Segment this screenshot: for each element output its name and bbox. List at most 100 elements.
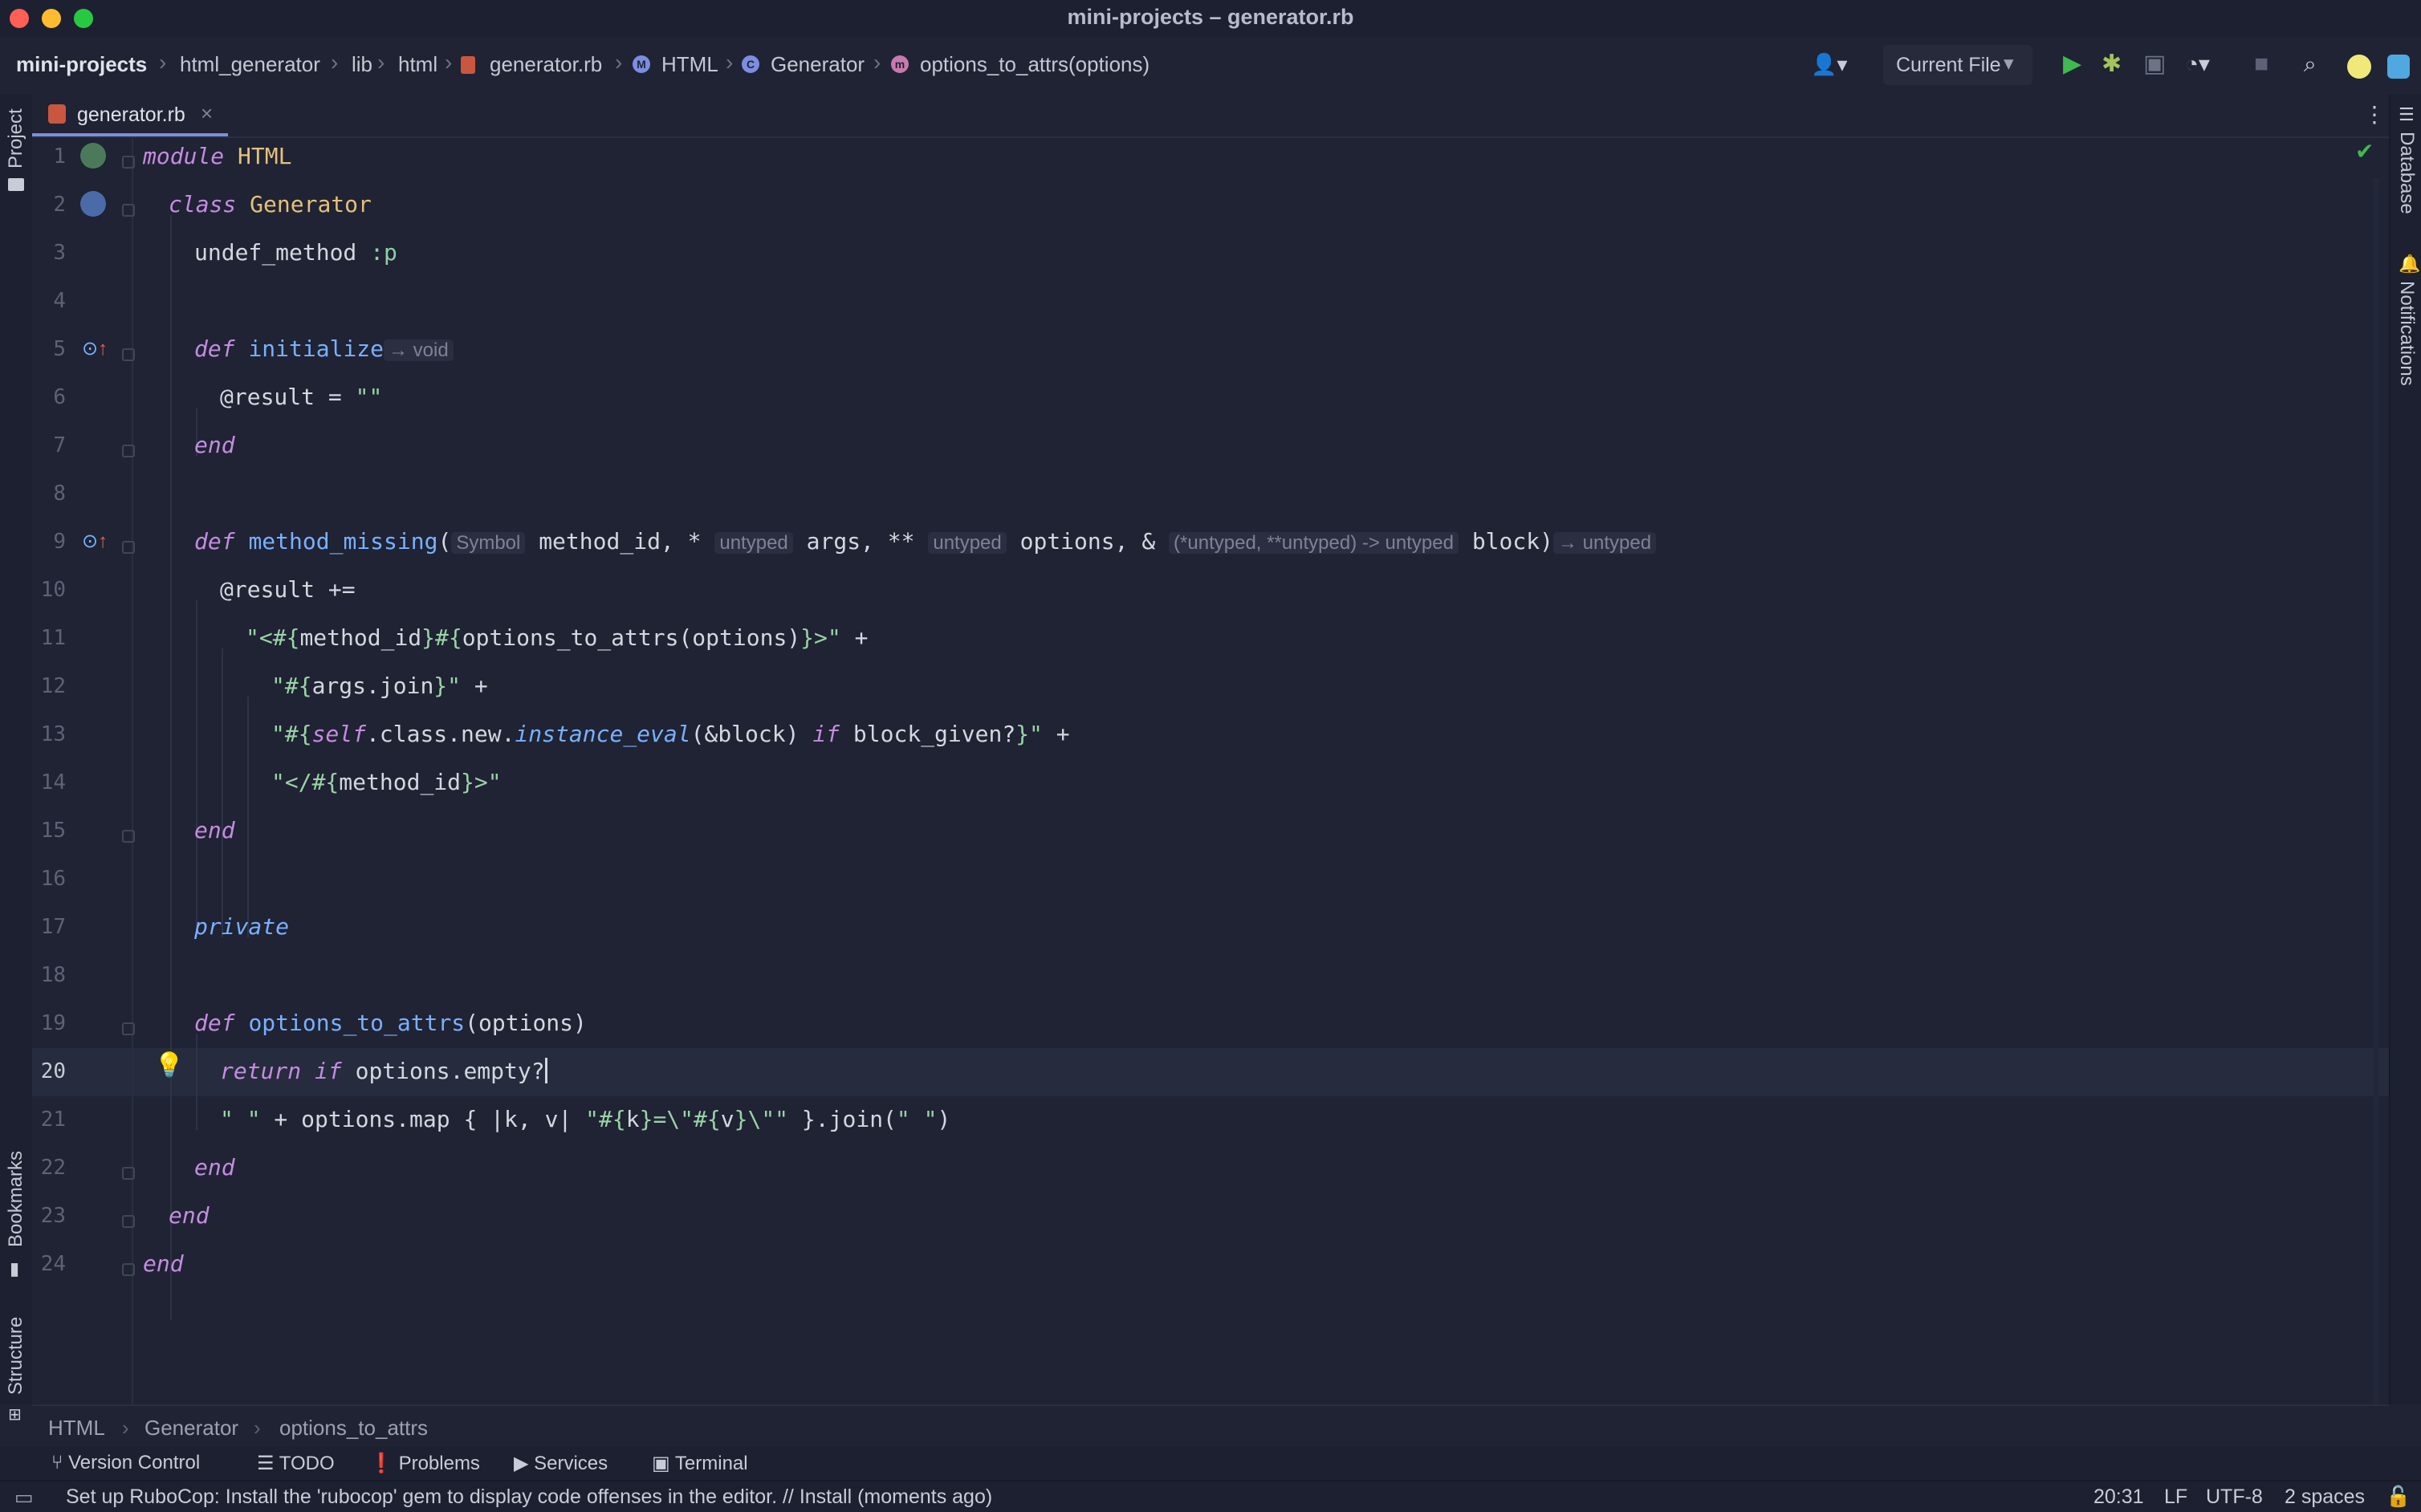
crumb-class[interactable]: Generator — [144, 1416, 238, 1441]
tab-generator-rb[interactable]: generator.rb × — [32, 95, 228, 136]
fold-marker[interactable] — [122, 445, 135, 457]
code-with-me-icon[interactable] — [2347, 55, 2371, 79]
chevron-right-icon: › — [726, 50, 734, 75]
notifications-tool-button[interactable]: Notifications — [2395, 281, 2418, 386]
status-message[interactable]: Set up RuboCop: Install the 'rubocop' ge… — [66, 1486, 992, 1509]
indent-setting[interactable]: 2 spaces — [2285, 1486, 2365, 1509]
line-number: 1 — [53, 144, 66, 169]
breadcrumb-method[interactable]: options_to_attrs(options) — [920, 52, 1149, 77]
fold-marker[interactable] — [122, 541, 135, 554]
fold-marker[interactable] — [122, 156, 135, 169]
fold-marker[interactable] — [122, 1215, 135, 1228]
list-icon: ☰ — [257, 1453, 279, 1474]
class-gutter-icon[interactable] — [80, 191, 106, 217]
right-tool-stripe: ☰ Database 🔔 Notifications — [2389, 95, 2421, 1404]
tab-label: generator.rb — [77, 104, 185, 126]
line-number: 22 — [40, 1156, 66, 1180]
ruby-file-icon — [48, 104, 66, 124]
line-number: 3 — [53, 241, 66, 265]
search-icon[interactable]: ⌕ — [2304, 51, 2317, 77]
tool-terminal[interactable]: ▣ Terminal — [652, 1452, 748, 1475]
line-separator[interactable]: LF — [2164, 1486, 2187, 1509]
notifications-bell-icon: 🔔 — [2399, 254, 2421, 274]
breadcrumb-file[interactable]: generator.rb — [490, 52, 602, 77]
editor-breadcrumbs: HTML › Generator › options_to_attrs — [32, 1404, 2389, 1448]
bookmarks-tool-button[interactable]: Bookmarks — [5, 1151, 27, 1247]
more-options-icon[interactable]: ⋮ — [2363, 101, 2386, 128]
fold-marker[interactable] — [122, 1263, 135, 1276]
no-problems-check-icon[interactable]: ✔ — [2355, 138, 2374, 165]
services-icon: ▶ — [514, 1453, 535, 1474]
run-config-selector[interactable]: Current File ▾ — [1883, 45, 2032, 85]
crumb-module[interactable]: HTML — [48, 1416, 105, 1441]
stop-icon[interactable]: ■ — [2254, 51, 2268, 77]
module-gutter-icon[interactable] — [80, 143, 106, 169]
breadcrumb-class[interactable]: Generator — [771, 52, 865, 77]
close-icon[interactable]: × — [201, 101, 213, 126]
indent-guide — [170, 215, 172, 1319]
class-icon: C — [742, 55, 759, 73]
breadcrumb-lib[interactable]: lib — [352, 52, 372, 77]
text-caret — [544, 1058, 547, 1083]
database-icon: ☰ — [2399, 104, 2415, 124]
code-line: def initialize → void — [194, 335, 454, 362]
run-icon[interactable]: ▶ — [2063, 51, 2081, 77]
line-number: 24 — [40, 1252, 66, 1276]
user-account-icon[interactable]: 👤▾ — [1811, 51, 1847, 77]
tool-problems[interactable]: ❗ Problems — [369, 1452, 480, 1475]
database-tool-button[interactable]: Database — [2395, 132, 2418, 214]
override-gutter-icon[interactable]: ⊙↑ — [82, 337, 108, 360]
line-number: 4 — [53, 289, 66, 313]
line-number: 6 — [53, 385, 66, 409]
fold-marker[interactable] — [122, 348, 135, 361]
line-number-active: 20 — [40, 1059, 66, 1083]
line-number: 15 — [40, 819, 66, 843]
coverage-icon[interactable]: ▣ — [2143, 51, 2166, 77]
code-line-active: return if options.empty? — [220, 1058, 547, 1084]
inlay-hint: (*untyped, **untyped) -> untyped — [1169, 532, 1459, 554]
breadcrumb-project[interactable]: mini-projects — [16, 52, 147, 77]
breadcrumb-html-generator[interactable]: html_generator — [180, 52, 320, 77]
chevron-right-icon: › — [377, 50, 385, 75]
fold-marker[interactable] — [122, 1022, 135, 1035]
line-number: 10 — [40, 578, 66, 602]
line-number: 9 — [53, 530, 66, 554]
line-number: 23 — [40, 1204, 66, 1228]
crumb-method[interactable]: options_to_attrs — [279, 1416, 428, 1441]
fold-marker[interactable] — [122, 830, 135, 843]
fold-marker[interactable] — [122, 204, 135, 217]
chevron-right-icon: › — [159, 50, 167, 75]
tool-services[interactable]: ▶ Services — [514, 1452, 608, 1475]
code-line: @result = "" — [220, 384, 383, 410]
profiler-icon[interactable]: ◔▾ — [2185, 51, 2210, 77]
code-line: end — [194, 1154, 235, 1181]
indent-guide — [196, 1034, 197, 1130]
jetbrains-ai-icon[interactable] — [2387, 55, 2410, 79]
line-number: 2 — [53, 193, 66, 217]
code-line: "<#{method_id}#{options_to_attrs(options… — [246, 624, 869, 651]
folder-icon — [8, 178, 24, 191]
structure-tool-button[interactable]: Structure — [5, 1317, 27, 1395]
lock-icon[interactable]: 🔓 — [2386, 1486, 2411, 1509]
tool-todo[interactable]: ☰ TODO — [257, 1452, 335, 1475]
code-line: "</#{method_id}>" — [271, 769, 502, 795]
breadcrumb-module[interactable]: HTML — [661, 52, 718, 77]
tool-version-control[interactable]: ⑂ Version Control — [51, 1452, 200, 1474]
chevron-right-icon: › — [445, 50, 453, 75]
panel-toggle-icon[interactable]: ▭ — [14, 1486, 34, 1510]
branch-icon: ⑂ — [51, 1452, 69, 1473]
debug-icon[interactable]: ✱ — [2102, 51, 2122, 77]
breadcrumb-html[interactable]: html — [398, 52, 437, 77]
code-editor[interactable]: ⊙↑ ⊙↑ 💡 ✔ 1 2 3 4 5 6 7 8 9 10 11 12 13 … — [32, 138, 2389, 1404]
project-tool-button[interactable]: Project — [5, 108, 27, 169]
caret-position[interactable]: 20:31 — [2093, 1486, 2144, 1509]
line-number: 14 — [40, 770, 66, 795]
vertical-scrollbar[interactable] — [2373, 178, 2379, 1404]
lightbulb-icon[interactable]: 💡 — [154, 1051, 184, 1079]
fold-marker[interactable] — [122, 1167, 135, 1180]
code-line: "#{args.join}" + — [271, 673, 488, 699]
chevron-down-icon: ▾ — [2004, 52, 2014, 75]
file-encoding[interactable]: UTF-8 — [2206, 1486, 2263, 1509]
override-gutter-icon[interactable]: ⊙↑ — [82, 530, 108, 553]
terminal-icon: ▣ — [652, 1453, 675, 1474]
